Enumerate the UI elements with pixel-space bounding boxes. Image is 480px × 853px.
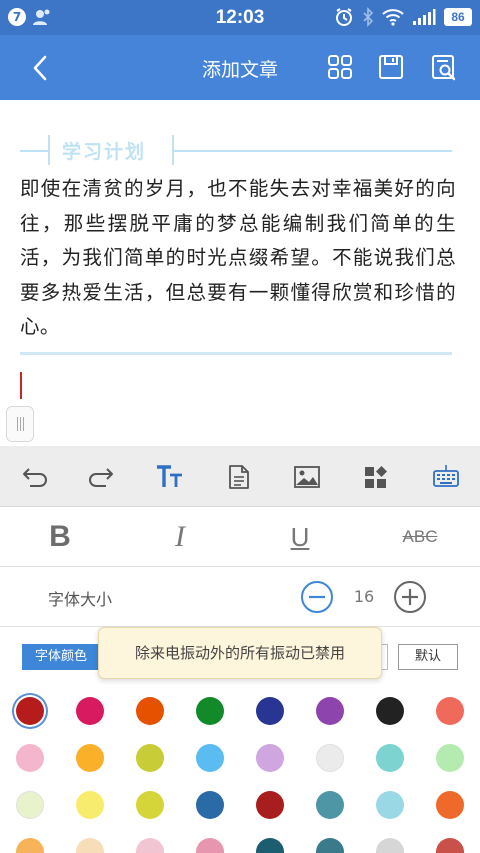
handle-grip-line <box>16 417 18 431</box>
side-drag-handle[interactable] <box>6 406 34 442</box>
header-tick-left <box>48 135 50 165</box>
color-palette <box>0 685 480 853</box>
undo-button[interactable] <box>18 460 52 494</box>
text-style-row: B I U ABC <box>0 507 480 567</box>
color-swatch[interactable] <box>436 838 464 853</box>
color-swatch[interactable] <box>76 838 104 853</box>
section-header[interactable]: 学习计划 <box>20 133 452 167</box>
underline-button[interactable]: U <box>270 517 330 557</box>
grid-button[interactable] <box>324 51 356 83</box>
color-swatch[interactable] <box>196 791 224 819</box>
color-swatch[interactable] <box>256 791 284 819</box>
color-swatch[interactable] <box>376 838 404 853</box>
color-swatch[interactable] <box>16 744 44 772</box>
tab-font-color[interactable]: 字体颜色 <box>22 644 100 670</box>
back-button[interactable] <box>20 52 60 84</box>
color-swatch[interactable] <box>16 791 44 819</box>
header-line-left <box>20 150 48 152</box>
document-button[interactable] <box>222 460 256 494</box>
keyboard-button[interactable] <box>429 460 463 494</box>
page-title: 添加文章 <box>201 59 278 81</box>
font-size-label: 字体大小 <box>48 590 113 609</box>
app-toolbar: 添加文章 <box>0 35 480 100</box>
save-button[interactable] <box>375 51 407 83</box>
font-size-row: 字体大小 16 <box>0 567 480 627</box>
color-swatch[interactable] <box>256 744 284 772</box>
font-size-value: 16 <box>353 587 375 606</box>
section-title: 学习计划 <box>62 141 147 163</box>
text-format-icon <box>157 465 182 487</box>
color-swatch[interactable] <box>136 838 164 853</box>
minus-circle-icon <box>301 581 333 613</box>
status-right: 86 <box>334 7 472 27</box>
color-swatch[interactable] <box>256 838 284 853</box>
keyboard-icon <box>433 465 459 487</box>
battery-icon: 86 <box>444 8 472 26</box>
article-body[interactable]: 即使在清贫的岁月，也不能失去对幸福美好的向往，那些摆脱平庸的梦总能编制我们简单的… <box>20 172 456 345</box>
decrease-size-button[interactable] <box>300 580 334 614</box>
wifi-icon <box>382 9 404 26</box>
color-swatch[interactable] <box>376 744 404 772</box>
status-bar: 7 12:03 86 <box>0 0 480 35</box>
color-swatch[interactable] <box>436 697 464 725</box>
bluetooth-icon <box>363 7 374 27</box>
save-icon <box>379 55 403 79</box>
color-swatch[interactable] <box>76 744 104 772</box>
grid-icon <box>328 55 352 79</box>
redo-icon <box>89 468 113 487</box>
text-cursor <box>20 372 22 399</box>
screen: 7 12:03 86 添加文章 学习计划 即使在清贫的岁月，也不能失去对幸福美好… <box>0 0 480 853</box>
color-swatch[interactable] <box>316 838 344 853</box>
preview-button[interactable] <box>428 51 460 83</box>
back-arrow-icon <box>33 55 47 81</box>
color-swatch[interactable] <box>376 791 404 819</box>
section-divider <box>20 352 452 355</box>
signal-icon <box>413 9 436 25</box>
plus-circle-icon <box>394 581 426 613</box>
widgets-button[interactable] <box>359 460 393 494</box>
undo-icon <box>23 468 47 487</box>
color-swatch[interactable] <box>196 744 224 772</box>
bold-button[interactable]: B <box>30 517 90 557</box>
text-format-button[interactable] <box>153 460 187 494</box>
color-swatch[interactable] <box>136 791 164 819</box>
color-swatch[interactable] <box>316 791 344 819</box>
insert-image-button[interactable] <box>290 460 324 494</box>
preview-icon <box>432 55 456 81</box>
color-swatch[interactable] <box>16 697 44 725</box>
color-swatch[interactable] <box>316 697 344 725</box>
color-swatch[interactable] <box>436 744 464 772</box>
editor-area[interactable]: 学习计划 即使在清贫的岁月，也不能失去对幸福美好的向往，那些摆脱平庸的梦总能编制… <box>0 100 480 446</box>
format-toolbar <box>0 446 480 507</box>
color-swatch[interactable] <box>136 744 164 772</box>
color-swatch[interactable] <box>16 838 44 853</box>
color-swatch[interactable] <box>76 791 104 819</box>
image-icon <box>294 466 320 488</box>
color-swatch[interactable] <box>376 697 404 725</box>
color-swatch[interactable] <box>196 838 224 853</box>
color-swatch[interactable] <box>436 791 464 819</box>
handle-grip-line <box>22 417 24 431</box>
italic-button[interactable]: I <box>150 517 210 557</box>
color-swatch[interactable] <box>256 697 284 725</box>
color-swatch[interactable] <box>76 697 104 725</box>
color-swatch[interactable] <box>316 744 344 772</box>
default-color-button[interactable]: 默认 <box>398 644 458 670</box>
strikethrough-button[interactable]: ABC <box>390 517 450 557</box>
widgets-icon <box>365 466 387 488</box>
increase-size-button[interactable] <box>393 580 427 614</box>
document-icon <box>229 465 249 489</box>
header-line-right <box>174 150 452 152</box>
handle-grip-line <box>19 417 21 431</box>
color-swatch[interactable] <box>196 697 224 725</box>
alarm-icon <box>336 8 352 26</box>
toast-message: 除来电振动外的所有振动已禁用 <box>98 627 382 679</box>
color-swatch[interactable] <box>136 697 164 725</box>
redo-button[interactable] <box>84 460 118 494</box>
